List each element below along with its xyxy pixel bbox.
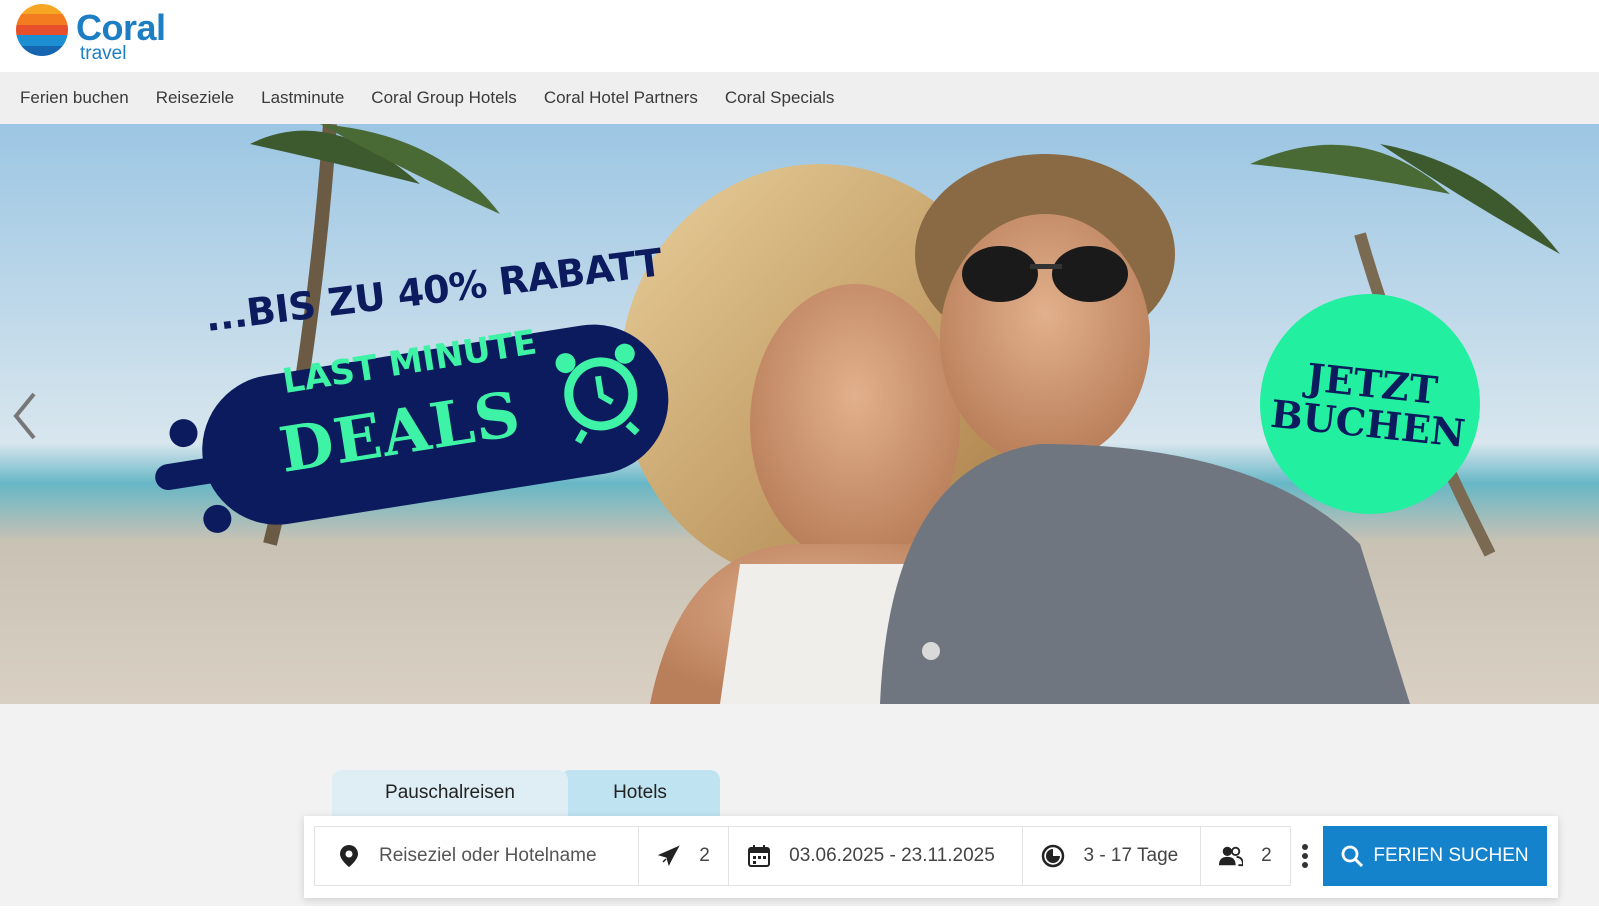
nav-item-coral-specials[interactable]: Coral Specials <box>725 88 835 108</box>
search-icon <box>1341 845 1364 867</box>
nav-item-reiseziele[interactable]: Reiseziele <box>156 88 234 108</box>
logo-circle-icon <box>16 4 68 56</box>
destination-input[interactable]: Reiseziel oder Hotelname <box>315 827 640 885</box>
tab-hotels-label: Hotels <box>613 782 667 803</box>
tab-hotels[interactable]: Hotels <box>560 770 720 816</box>
duration-value: 3 - 17 Tage <box>1083 845 1179 866</box>
flight-count: 2 <box>699 845 710 866</box>
search-button-label: FERIEN SUCHEN <box>1373 845 1529 866</box>
date-range-picker[interactable]: 03.06.2025 - 23.11.2025 <box>729 827 1024 885</box>
ferien-suchen-button[interactable]: FERIEN SUCHEN <box>1323 826 1547 886</box>
search-section: Hotels Pauschalreisen Reiseziel oder Hot… <box>0 704 1599 906</box>
nav-item-ferien-buchen[interactable]: Ferien buchen <box>20 88 129 108</box>
cta-line2: BUCHEN <box>1268 390 1468 456</box>
map-pin-icon <box>337 844 361 868</box>
destination-placeholder: Reiseziel oder Hotelname <box>379 845 597 866</box>
flight-selector[interactable]: 2 <box>639 827 730 885</box>
tab-pauschalreisen[interactable]: Pauschalreisen <box>332 770 568 816</box>
search-fields: Reiseziel oder Hotelname 2 03.06.2025 - … <box>314 826 1291 886</box>
duration-selector[interactable]: 3 - 17 Tage <box>1023 827 1202 885</box>
nav-item-coral-hotel-partners[interactable]: Coral Hotel Partners <box>544 88 698 108</box>
logo-subtitle: travel <box>80 43 127 64</box>
persons-selector[interactable]: 2 <box>1201 827 1290 885</box>
site-header: Coral travel <box>0 0 1599 72</box>
coral-travel-logo[interactable]: Coral travel <box>16 4 176 66</box>
date-range-value: 03.06.2025 - 23.11.2025 <box>789 845 995 866</box>
hero-banner[interactable]: ...BIS ZU 40% RABATT LAST MINUTE DEALS J… <box>0 124 1599 704</box>
nav-item-coral-group-hotels[interactable]: Coral Group Hotels <box>371 88 517 108</box>
tab-pauschalreisen-label: Pauschalreisen <box>385 782 515 803</box>
duration-clock-icon <box>1041 844 1065 868</box>
people-icon <box>1219 844 1244 868</box>
more-vertical-icon[interactable] <box>1300 842 1310 872</box>
alarm-clock-icon <box>555 343 640 444</box>
chevron-left-icon[interactable] <box>6 386 42 446</box>
nav-item-lastminute[interactable]: Lastminute <box>261 88 344 108</box>
main-nav: Ferien buchen Reiseziele Lastminute Cora… <box>0 72 1599 124</box>
persons-count: 2 <box>1261 845 1272 866</box>
carousel-dot[interactable] <box>922 642 940 660</box>
logo-wordmark: Coral <box>76 7 166 48</box>
search-form: Reiseziel oder Hotelname 2 03.06.2025 - … <box>304 816 1558 898</box>
airplane-icon <box>657 844 681 868</box>
calendar-icon <box>747 844 771 868</box>
